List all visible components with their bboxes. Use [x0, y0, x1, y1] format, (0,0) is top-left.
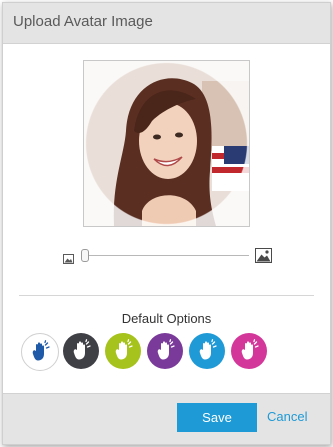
cancel-button[interactable]: Cancel: [267, 409, 307, 424]
zoom-in-image-icon[interactable]: [255, 248, 272, 268]
section-divider: [19, 295, 314, 296]
hand-icon: [115, 339, 133, 360]
default-avatar-option[interactable]: [21, 333, 59, 371]
hand-icon: [241, 339, 259, 360]
default-avatar-option[interactable]: [189, 333, 225, 369]
default-avatar-option[interactable]: [105, 333, 141, 369]
default-options-title: Default Options: [121, 311, 212, 326]
circular-crop-mask: [84, 61, 249, 226]
default-avatar-option[interactable]: [147, 333, 183, 369]
dialog-footer: Save Cancel: [3, 393, 330, 444]
zoom-slider-track[interactable]: [83, 255, 249, 256]
upload-avatar-dialog: Upload Avatar Image Default Options Save…: [2, 2, 331, 445]
hand-icon: [32, 340, 50, 361]
hand-icon: [157, 339, 175, 360]
zoom-control: [59, 247, 275, 265]
save-button[interactable]: Save: [177, 403, 257, 432]
default-avatar-option[interactable]: [63, 333, 99, 369]
hand-icon: [73, 339, 91, 360]
default-avatar-option[interactable]: [231, 333, 267, 369]
zoom-slider-thumb[interactable]: [81, 249, 89, 262]
dialog-header: Upload Avatar Image: [3, 3, 330, 44]
zoom-out-image-icon[interactable]: [63, 251, 74, 269]
avatar-crop-area[interactable]: [83, 60, 250, 227]
hand-icon: [199, 339, 217, 360]
dialog-title: Upload Avatar Image: [13, 13, 153, 30]
